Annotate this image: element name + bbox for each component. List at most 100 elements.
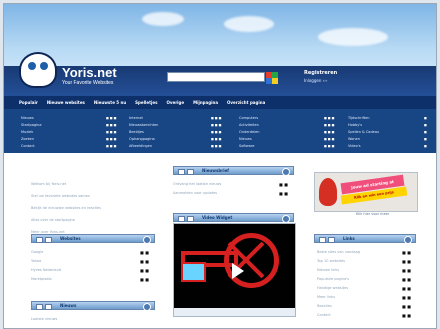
color-logo-icon[interactable] <box>266 72 278 84</box>
nav-item-new-websites[interactable]: Nieuwe websites <box>47 100 85 105</box>
widget-link[interactable]: Yahoo <box>31 257 155 266</box>
close-icon[interactable] <box>282 215 290 223</box>
nav-item-popular[interactable]: Populair <box>19 100 38 105</box>
close-icon[interactable] <box>143 303 151 311</box>
widget-control-icon[interactable] <box>178 216 185 222</box>
widget-link[interactable]: Top 10 websites <box>317 257 403 266</box>
menu-column-four: Tijdschriften Hobby's Spellen & Cadeau W… <box>348 115 379 150</box>
nav-item-my-page[interactable]: Mijnpagina <box>193 100 218 105</box>
video-widget-header[interactable]: Video Widget <box>173 213 294 223</box>
menu-icons-three: ■ ■ ■ ■ ■ ■ ■ ■ ■ ■ ■ ■ ■ ■ ■ <box>324 116 335 148</box>
widget-link[interactable]: Handige websites <box>317 284 403 293</box>
nav-item-overview[interactable]: Overzicht pagina <box>227 100 265 105</box>
widget-control-icon[interactable] <box>45 237 52 243</box>
advertising-banner[interactable]: Jouw ad starting at Jandiverit! Klik en … <box>314 172 418 212</box>
news-widget-body: Laatste nieuws <box>31 315 155 327</box>
play-icon[interactable] <box>232 263 244 279</box>
widget-control-icon[interactable] <box>178 169 185 175</box>
widget-control-icon[interactable] <box>36 237 43 243</box>
login-link[interactable]: Inloggen ››› <box>304 78 327 83</box>
menu-item[interactable]: Spellen & Cadeau <box>348 129 379 136</box>
register-link[interactable]: Registreren <box>304 70 337 76</box>
widget-link[interactable]: Contact <box>317 311 403 320</box>
widget-link[interactable]: Beste sites van vandaag <box>317 248 403 257</box>
menu-item[interactable]: Tijdschriften <box>348 115 379 122</box>
widget-link[interactable]: Laatste nieuws <box>31 315 155 324</box>
menu-item[interactable]: Onderdelen <box>239 129 259 136</box>
menu-column-two: Internet Nieuwsberichten Beeldjes Ophang… <box>129 115 158 150</box>
menu-item[interactable]: Activiteiten <box>239 122 259 129</box>
widget-link[interactable]: Marktplaats <box>31 275 155 284</box>
links-widget-header[interactable]: Links <box>314 234 416 244</box>
menu-item[interactable]: Hobby's <box>348 122 379 129</box>
widget-action-icons[interactable]: ■ ■ ■ ■ ■ ■ ■ ■ <box>140 248 149 284</box>
character-image <box>319 178 337 206</box>
menu-column-three: Computers Activiteiten Onderdelen Nieuws… <box>239 115 259 150</box>
websites-widget-header[interactable]: Websites <box>31 234 155 244</box>
menu-item[interactable]: Nieuwsberichten <box>129 122 158 129</box>
links-widget-body: Beste sites van vandaag Top 10 websites … <box>317 248 403 328</box>
video-player[interactable] <box>173 223 296 317</box>
widget-control-icon[interactable] <box>319 237 326 243</box>
widget-link[interactable]: Meer links <box>317 293 403 302</box>
news-widget-header[interactable]: Nieuws <box>31 301 155 311</box>
widget-link[interactable]: Reacties <box>317 302 403 311</box>
menu-item[interactable]: Beeldjes <box>129 129 158 136</box>
widget-control-icon[interactable] <box>328 237 335 243</box>
cyan-panel-graphic <box>181 262 206 282</box>
widget-action-icons[interactable]: ■ ■ ■ ■ ■ ■ ■ ■ ■ ■ ■ ■ ■ ■ ■ ■ <box>402 248 411 320</box>
newsletter-widget-header[interactable]: Nieuwsbrief <box>173 166 294 176</box>
widget-title: Nieuws <box>60 303 77 308</box>
menu-item[interactable]: Nieuws <box>239 136 259 143</box>
widget-title: Links <box>343 236 355 241</box>
menu-item[interactable]: Internet <box>129 115 158 122</box>
widget-link[interactable]: Aanmelden voor updates <box>173 189 294 198</box>
menu-item[interactable]: Contact <box>21 143 41 150</box>
menu-icons-four: ■ ■ ■ ■ ■ <box>424 116 427 148</box>
menu-item[interactable]: Zoeken <box>21 136 41 143</box>
search-input[interactable] <box>167 72 265 82</box>
widget-control-icon[interactable] <box>45 304 52 310</box>
websites-widget-body: Google Yahoo Hyves Nederland Marktplaats <box>31 248 155 288</box>
welcome-text-panel: Welkom bij Yoris.net Stel uw favoriete w… <box>31 178 154 238</box>
widget-link[interactable]: Nieuwe links <box>317 266 403 275</box>
widget-control-icon[interactable] <box>36 304 43 310</box>
intro-line: Bekijk de nieuwste websites en reacties <box>31 206 101 210</box>
widget-link[interactable]: Google <box>31 248 155 257</box>
menu-item[interactable]: Startpagina <box>21 122 41 129</box>
intro-line: Stel uw favoriete websites samen <box>31 194 91 198</box>
menu-item[interactable]: Ophangpagina <box>129 136 158 143</box>
widget-title: Websites <box>60 236 81 241</box>
menu-item[interactable]: Computers <box>239 115 259 122</box>
widget-link[interactable]: Populaire pagina's <box>317 275 403 284</box>
menu-item[interactable]: Nieuws <box>21 115 41 122</box>
nav-item-games[interactable]: Spelletjes <box>135 100 157 105</box>
close-icon[interactable] <box>282 168 290 176</box>
video-controls-bar[interactable] <box>174 308 295 316</box>
menu-icons-two: ■ ■ ■ ■ ■ ■ ■ ■ ■ ■ ■ ■ ■ ■ ■ <box>211 116 222 148</box>
cloud-decoration <box>224 16 274 32</box>
intro-line: Alles over de startpagina <box>31 218 75 222</box>
menu-column-one: Nieuws Startpagina Muziek Zoeken Contact <box>21 115 41 150</box>
widget-control-icon[interactable] <box>187 216 194 222</box>
site-logo-text[interactable]: Yoris.net <box>62 65 117 80</box>
cloud-decoration <box>318 28 388 46</box>
menu-item[interactable]: Software <box>239 143 259 150</box>
site-tagline: Your Favorite Websites <box>62 80 114 86</box>
widget-action-icons[interactable]: ■ ■ ■ ■ <box>279 180 288 198</box>
widget-link[interactable]: Ontvang het laatste nieuws <box>173 180 294 189</box>
menu-item[interactable]: Afbeeldingen <box>129 143 158 150</box>
nav-item-newest[interactable]: Nieuwste 5 nu <box>94 100 126 105</box>
close-icon[interactable] <box>404 236 412 244</box>
menu-icons-one: ■ ■ ■ ■ ■ ■ ■ ■ ■ ■ ■ ■ ■ ■ ■ <box>106 116 117 148</box>
menu-item[interactable]: Wonen <box>348 136 379 143</box>
binoculars-logo-icon <box>19 52 57 88</box>
close-icon[interactable] <box>143 236 151 244</box>
menu-item[interactable]: Video's <box>348 143 379 150</box>
menu-item[interactable]: Muziek <box>21 129 41 136</box>
newsletter-widget-body: Ontvang het laatste nieuws Aanmelden voo… <box>173 180 294 204</box>
widget-control-icon[interactable] <box>187 169 194 175</box>
widget-link[interactable]: Hyves Nederland <box>31 266 155 275</box>
nav-item-other[interactable]: Overige <box>166 100 184 105</box>
banner-link[interactable]: Klik hier voor meer <box>356 212 389 216</box>
